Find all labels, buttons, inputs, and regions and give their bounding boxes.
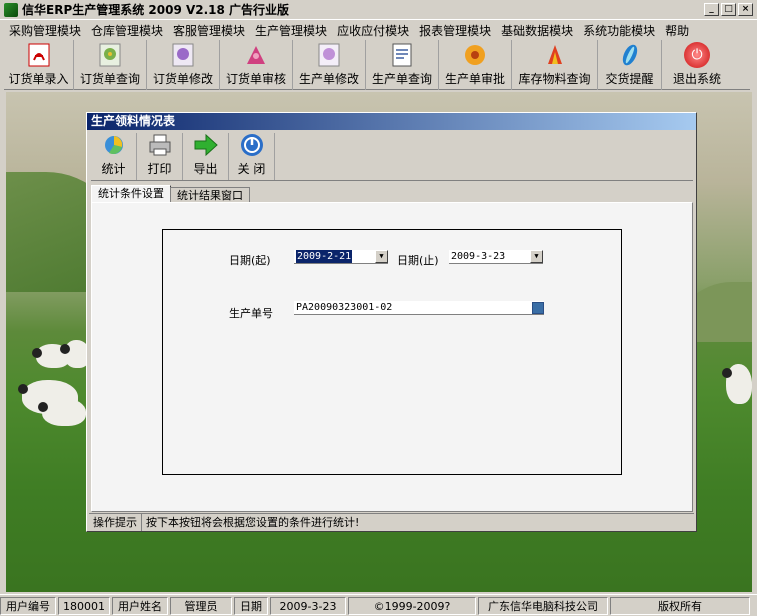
app-logo-icon bbox=[4, 2, 18, 17]
toolbar-delivery-reminder-button[interactable]: 交货提醒 bbox=[598, 40, 662, 90]
pink-flower-icon bbox=[243, 42, 269, 68]
dialog-tabs: 统计条件设置 统计结果窗口 bbox=[91, 185, 250, 203]
user-name-label: 用户姓名 bbox=[112, 596, 168, 615]
production-material-report-dialog: 生产领料情况表 统计 打印 导出 关 闭 统计条件设置 统计结果窗口 日期(起)… bbox=[86, 112, 697, 532]
tab-content: 日期(起) 2009-2-21 ▼ 日期(止) 2009-3-23 ▼ 生产单号… bbox=[91, 202, 693, 512]
document-icon bbox=[389, 42, 415, 68]
print-button[interactable]: 打印 bbox=[137, 133, 183, 180]
menu-receivables[interactable]: 应收应付模块 bbox=[332, 22, 414, 39]
chart-icon bbox=[101, 132, 127, 158]
feather-icon bbox=[617, 42, 643, 68]
main-toolbar: 订货单录入 订货单查询 订货单修改 订货单审核 生产单修改 生产单查询 生产单审… bbox=[4, 40, 750, 90]
rights-text: 版权所有 bbox=[610, 596, 750, 615]
menu-bar: 采购管理模块 仓库管理模块 客服管理模块 生产管理模块 应收应付模块 报表管理模… bbox=[0, 20, 757, 40]
hint-text: 按下本按钮将会根据您设置的条件进行统计! bbox=[146, 516, 360, 529]
printer-icon bbox=[147, 132, 173, 158]
toolbar-exit-button[interactable]: ⏻ 退出系统 bbox=[662, 40, 732, 90]
toolbar-label: 订货单查询 bbox=[79, 72, 140, 86]
date-from-value: 2009-2-21 bbox=[296, 250, 353, 263]
toolbar-label: 库存物料查询 bbox=[518, 72, 591, 86]
toolbar-label: 订货单录入 bbox=[8, 72, 69, 86]
menu-customer-service[interactable]: 客服管理模块 bbox=[168, 22, 250, 39]
copyright-text: ©1999-2009? bbox=[348, 596, 476, 615]
dialog-title: 生产领料情况表 bbox=[87, 113, 696, 130]
toolbar-label: 订货单修改 bbox=[152, 72, 213, 86]
date-label: 日期 bbox=[234, 596, 268, 615]
toolbar-production-query-button[interactable]: 生产单查询 bbox=[366, 40, 439, 90]
toolbar-label: 退出系统 bbox=[672, 72, 721, 86]
tab-condition-settings[interactable]: 统计条件设置 bbox=[91, 185, 171, 203]
maximize-button[interactable]: □ bbox=[721, 3, 736, 16]
date-from-label: 日期(起) bbox=[229, 254, 271, 267]
exit-icon: ⏻ bbox=[684, 42, 710, 68]
toolbar-label: 生产单修改 bbox=[298, 72, 359, 86]
date-to-value: 2009-3-23 bbox=[451, 251, 506, 262]
toolbar-order-audit-button[interactable]: 订货单审核 bbox=[220, 40, 293, 90]
minimize-button[interactable]: _ bbox=[704, 3, 719, 16]
lookup-icon[interactable] bbox=[532, 301, 544, 314]
menu-purchasing[interactable]: 采购管理模块 bbox=[4, 22, 86, 39]
dropdown-arrow-icon[interactable]: ▼ bbox=[530, 250, 543, 263]
close-dialog-button[interactable]: 关 闭 bbox=[229, 133, 275, 180]
toolbar-label: 订货单审核 bbox=[225, 72, 286, 86]
user-id-label: 用户编号 bbox=[0, 596, 56, 615]
menu-help[interactable]: 帮助 bbox=[660, 22, 694, 39]
status-bar: 用户编号 180001 用户姓名 管理员 日期 2009-3-23 ©1999-… bbox=[0, 594, 757, 616]
hint-bar: 操作提示 按下本按钮将会根据您设置的条件进行统计! bbox=[89, 513, 694, 531]
close-label: 关 闭 bbox=[237, 162, 266, 176]
window-controls: _ □ × bbox=[704, 3, 753, 16]
menu-base-data[interactable]: 基础数据模块 bbox=[496, 22, 578, 39]
toolbar-order-edit-button[interactable]: 订货单修改 bbox=[147, 40, 220, 90]
date-from-picker[interactable]: 2009-2-21 ▼ bbox=[294, 250, 388, 264]
dropdown-arrow-icon[interactable]: ▼ bbox=[375, 250, 388, 263]
close-button[interactable]: × bbox=[738, 3, 753, 16]
order-number-value: PA20090323001-02 bbox=[296, 302, 393, 313]
tab-result-window[interactable]: 统计结果窗口 bbox=[170, 187, 250, 203]
user-id-value: 180001 bbox=[58, 596, 110, 615]
print-label: 打印 bbox=[147, 162, 172, 176]
toolbar-order-entry-button[interactable]: 订货单录入 bbox=[4, 40, 74, 90]
company-name: 广东信华电脑科技公司 bbox=[478, 596, 608, 615]
power-icon bbox=[239, 132, 265, 158]
red-flower-icon bbox=[542, 42, 568, 68]
arrow-right-icon bbox=[193, 132, 219, 158]
statistics-label: 统计 bbox=[101, 162, 126, 176]
sheep bbox=[722, 364, 752, 404]
condition-form: 日期(起) 2009-2-21 ▼ 日期(止) 2009-3-23 ▼ 生产单号… bbox=[162, 229, 622, 475]
export-button[interactable]: 导出 bbox=[183, 133, 229, 180]
date-to-label: 日期(止) bbox=[397, 254, 439, 267]
sheep bbox=[38, 398, 86, 426]
lilac-flower-icon bbox=[316, 42, 342, 68]
toolbar-label: 交货提醒 bbox=[605, 72, 654, 86]
toolbar-production-approve-button[interactable]: 生产单审批 bbox=[439, 40, 512, 90]
window-title: 信华ERP生产管理系统 2009 V2.18 广告行业版 bbox=[22, 3, 290, 17]
export-label: 导出 bbox=[193, 162, 218, 176]
title-bar: 信华ERP生产管理系统 2009 V2.18 广告行业版 _ □ × bbox=[0, 0, 757, 20]
pdf-icon bbox=[26, 42, 52, 68]
menu-system[interactable]: 系统功能模块 bbox=[578, 22, 660, 39]
hint-label: 操作提示 bbox=[89, 513, 142, 531]
date-to-picker[interactable]: 2009-3-23 ▼ bbox=[449, 250, 543, 264]
order-number-label: 生产单号 bbox=[229, 307, 273, 320]
toolbar-label: 生产单审批 bbox=[444, 72, 505, 86]
toolbar-label: 生产单查询 bbox=[371, 72, 432, 86]
menu-warehouse[interactable]: 仓库管理模块 bbox=[86, 22, 168, 39]
menu-reports[interactable]: 报表管理模块 bbox=[414, 22, 496, 39]
dialog-toolbar: 统计 打印 导出 关 闭 bbox=[91, 133, 693, 181]
purple-flower-icon bbox=[170, 42, 196, 68]
order-number-input[interactable]: PA20090323001-02 bbox=[294, 301, 544, 315]
toolbar-inventory-query-button[interactable]: 库存物料查询 bbox=[512, 40, 598, 90]
menu-production[interactable]: 生产管理模块 bbox=[250, 22, 332, 39]
sunflower-icon bbox=[462, 42, 488, 68]
toolbar-production-edit-button[interactable]: 生产单修改 bbox=[293, 40, 366, 90]
flower-icon bbox=[97, 42, 123, 68]
date-value: 2009-3-23 bbox=[270, 596, 346, 615]
statistics-button[interactable]: 统计 bbox=[91, 133, 137, 180]
toolbar-order-query-button[interactable]: 订货单查询 bbox=[74, 40, 147, 90]
user-name-value: 管理员 bbox=[170, 596, 232, 615]
